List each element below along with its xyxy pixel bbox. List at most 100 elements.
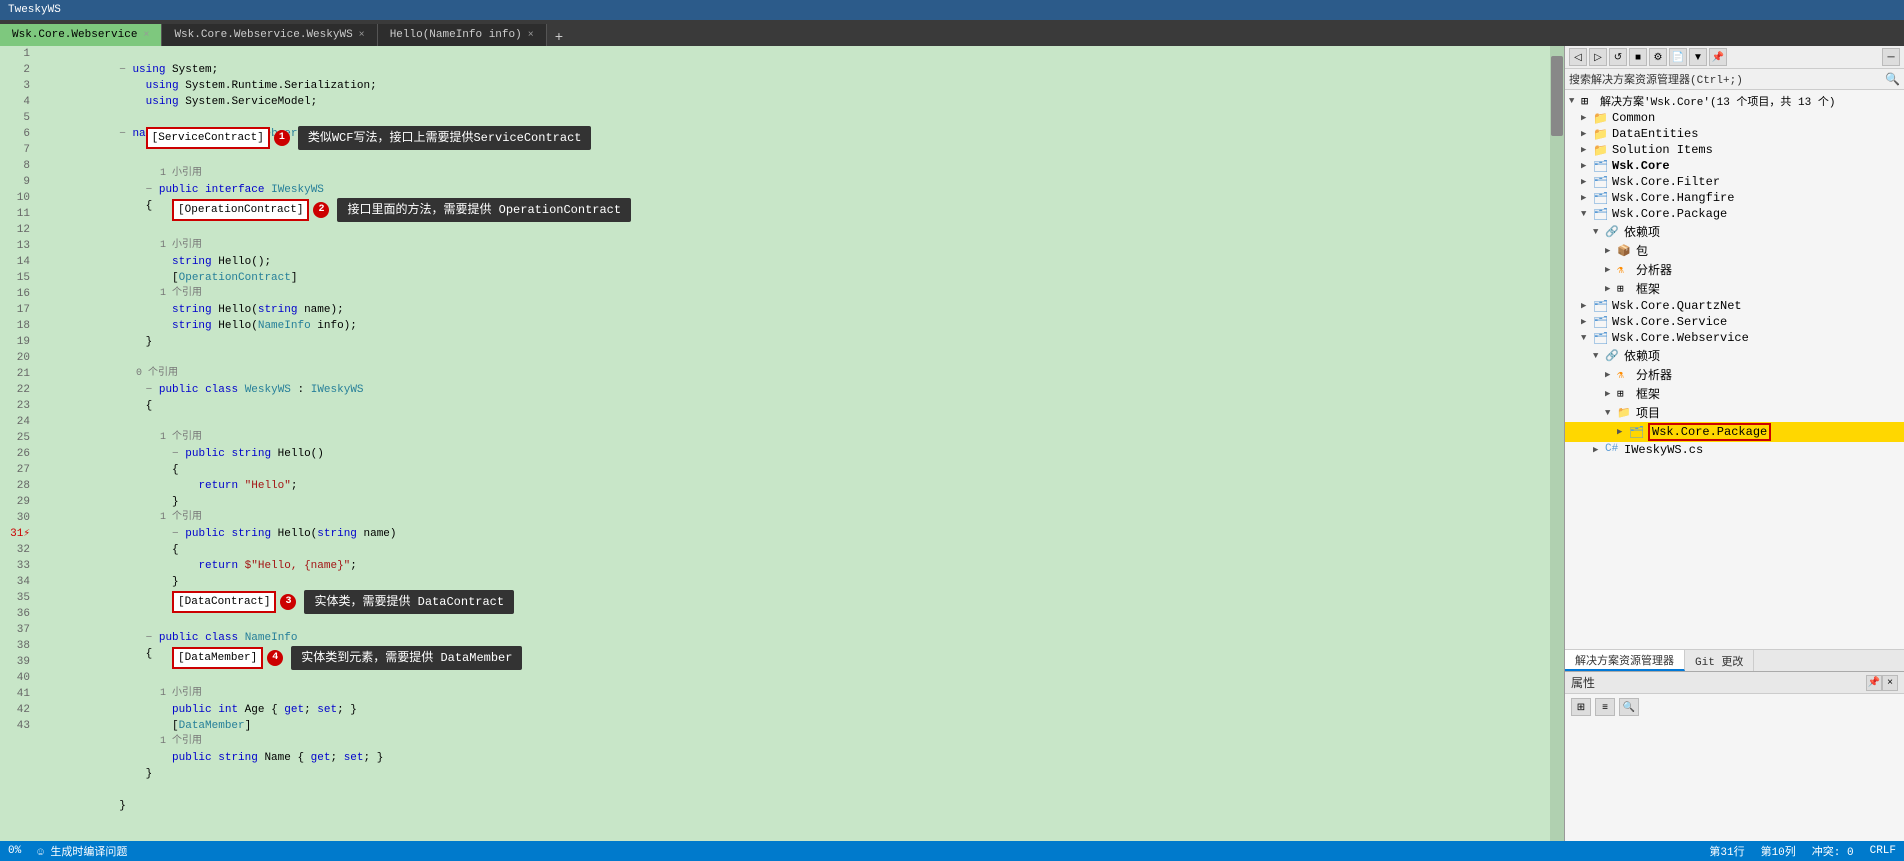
bottom-tab-git[interactable]: Git 更改 — [1685, 650, 1754, 671]
tree-item-package[interactable]: ▼ 🗂 Wsk.Core.Package — [1565, 206, 1904, 222]
code-line-26: return "Hello"; — [40, 462, 1546, 478]
tab-0-close[interactable]: × — [143, 30, 149, 41]
tree-item-dataentities[interactable]: ▶ 📁 DataEntities — [1565, 126, 1904, 142]
tree-item-solutionitems[interactable]: ▶ 📁 Solution Items — [1565, 142, 1904, 158]
filter-arrow[interactable]: ▶ — [1581, 177, 1593, 187]
right-panel: ◁ ▷ ↺ ■ ⚙ 📄 ▼ 📌 ─ 搜索解决方案资源管理器(Ctrl+;) 🔍 — [1564, 46, 1904, 841]
code-line-12: string Hello(); — [40, 238, 1546, 254]
badge-3: 3 — [280, 594, 296, 610]
ws-projects-arrow[interactable]: ▼ — [1605, 408, 1617, 418]
sol-properties-btn[interactable]: ⚙ — [1649, 48, 1667, 66]
bottom-tab-solution-label: 解决方案资源管理器 — [1575, 652, 1674, 668]
common-arrow[interactable]: ▶ — [1581, 113, 1593, 123]
pkg-bao-arrow[interactable]: ▶ — [1605, 246, 1617, 256]
code-vscroll[interactable] — [1550, 46, 1564, 841]
solution-tree: ▼ ⊞ 解决方案'Wsk.Core'(13 个项目，共 13 个) ▶ 📁 Co… — [1565, 90, 1904, 460]
solution-search-label: 搜索解决方案资源管理器(Ctrl+;) — [1569, 71, 1885, 87]
service-label: Wsk.Core.Service — [1612, 315, 1727, 329]
tree-item-ws-projects[interactable]: ▼ 📁 项目 — [1565, 403, 1904, 422]
sol-showfiles-btn[interactable]: 📄 — [1669, 48, 1687, 66]
tree-item-service[interactable]: ▶ 🗂 Wsk.Core.Service — [1565, 314, 1904, 330]
tree-item-pkg-bao[interactable]: ▶ 📦 包 — [1565, 241, 1904, 260]
tree-item-pkg-framework[interactable]: ▶ ⊞ 框架 — [1565, 279, 1904, 298]
tree-item-ws-deps[interactable]: ▼ 🔗 依赖项 — [1565, 346, 1904, 365]
code-line-35: − public class NameInfo — [40, 614, 1546, 630]
properties-close-btn[interactable]: × — [1882, 675, 1898, 691]
sol-back-btn[interactable]: ◁ — [1569, 48, 1587, 66]
tree-item-ws-pkg-ref[interactable]: ▶ 🗂 Wsk.Core.Package — [1565, 422, 1904, 442]
code-line-36: { — [40, 630, 1546, 646]
properties-title: 属性 — [1571, 674, 1595, 691]
code-content[interactable]: − using System; using System.Runtime.Ser… — [36, 46, 1550, 841]
line-numbers: 1 2 3 4 5 6 7 8 9 10 11 12 13 14 15 16 1 — [0, 46, 36, 841]
tab-1[interactable]: Wsk.Core.Webservice.WeskyWS × — [162, 24, 377, 46]
tab-0[interactable]: Wsk.Core.Webservice × — [0, 24, 162, 46]
tab-add-button[interactable]: + — [547, 30, 571, 46]
tree-item-wskcore[interactable]: ▶ 🗂 Wsk.Core — [1565, 158, 1904, 174]
solution-search-bar: 搜索解决方案资源管理器(Ctrl+;) 🔍 — [1565, 69, 1904, 90]
hangfire-arrow[interactable]: ▶ — [1581, 193, 1593, 203]
tab-2[interactable]: Hello(NameInfo info) × — [378, 24, 547, 46]
code-editor[interactable]: 1 2 3 4 5 6 7 8 9 10 11 12 13 14 15 16 1 — [0, 46, 1564, 841]
code-line-3: using System.ServiceModel; — [40, 78, 1546, 94]
prop-list-btn[interactable]: ≡ — [1595, 698, 1615, 716]
service-arrow[interactable]: ▶ — [1581, 317, 1593, 327]
sol-forward-btn[interactable]: ▷ — [1589, 48, 1607, 66]
tree-item-iweskyws[interactable]: ▶ C# IWeskyWS.cs — [1565, 442, 1904, 458]
webservice-arrow[interactable]: ▼ — [1581, 333, 1593, 343]
pkg-deps-arrow[interactable]: ▼ — [1593, 227, 1605, 237]
sol-minimize-btn[interactable]: ─ — [1882, 48, 1900, 66]
quartz-arrow[interactable]: ▶ — [1581, 301, 1593, 311]
tree-item-ws-analyzer[interactable]: ▶ ⚗ 分析器 — [1565, 365, 1904, 384]
properties-pin-btn[interactable]: 📌 — [1866, 675, 1882, 691]
prop-search-btn[interactable]: 🔍 — [1619, 698, 1639, 716]
tab-1-close[interactable]: × — [359, 30, 365, 41]
status-conflict: 冲突: 0 — [1812, 843, 1854, 859]
code-vscroll-thumb[interactable] — [1551, 56, 1563, 136]
wskcore-arrow[interactable]: ▶ — [1581, 161, 1593, 171]
solution-root-arrow[interactable]: ▼ — [1569, 96, 1581, 106]
properties-title-bar: 属性 📌 × — [1565, 672, 1904, 694]
pkg-framework-arrow[interactable]: ▶ — [1605, 284, 1617, 294]
status-build: ☺ 生成时编译问题 — [37, 843, 127, 859]
iweskyws-arrow[interactable]: ▶ — [1593, 445, 1605, 455]
sol-refresh-btn[interactable]: ↺ — [1609, 48, 1627, 66]
sol-filter-btn[interactable]: ▼ — [1689, 48, 1707, 66]
search-icon[interactable]: 🔍 — [1885, 72, 1900, 87]
bottom-panel-tabs: 解决方案资源管理器 Git 更改 — [1565, 649, 1904, 671]
ws-deps-arrow[interactable]: ▼ — [1593, 351, 1605, 361]
sol-stop-btn[interactable]: ■ — [1629, 48, 1647, 66]
common-label: Common — [1612, 111, 1655, 125]
quartz-label: Wsk.Core.QuartzNet — [1612, 299, 1742, 313]
package-arrow[interactable]: ▼ — [1581, 209, 1593, 219]
ws-analyzer-arrow[interactable]: ▶ — [1605, 370, 1617, 380]
ws-deps-label: 依赖项 — [1624, 347, 1660, 364]
tree-item-common[interactable]: ▶ 📁 Common — [1565, 110, 1904, 126]
tree-item-quartz[interactable]: ▶ 🗂 Wsk.Core.QuartzNet — [1565, 298, 1904, 314]
pkg-framework-icon: ⊞ — [1617, 282, 1633, 296]
sol-pin-btn[interactable]: 📌 — [1709, 48, 1727, 66]
tree-item-filter[interactable]: ▶ 🗂 Wsk.Core.Filter — [1565, 174, 1904, 190]
tab-2-close[interactable]: × — [528, 30, 534, 41]
solution-root-item[interactable]: ▼ ⊞ 解决方案'Wsk.Core'(13 个项目，共 13 个) — [1565, 92, 1904, 110]
tree-item-pkg-analyzer[interactable]: ▶ ⚗ 分析器 — [1565, 260, 1904, 279]
tree-item-hangfire[interactable]: ▶ 🗂 Wsk.Core.Hangfire — [1565, 190, 1904, 206]
dataentities-arrow[interactable]: ▶ — [1581, 129, 1593, 139]
pkg-analyzer-arrow[interactable]: ▶ — [1605, 265, 1617, 275]
tree-item-webservice[interactable]: ▼ 🗂 Wsk.Core.Webservice — [1565, 330, 1904, 346]
ws-deps-icon: 🔗 — [1605, 349, 1621, 363]
prop-grid-btn[interactable]: ⊞ — [1571, 698, 1591, 716]
common-folder-icon: 📁 — [1593, 111, 1609, 125]
pkg-deps-label: 依赖项 — [1624, 223, 1660, 240]
code-line-24: − public string Hello() — [40, 430, 1546, 446]
solutionitems-label: Solution Items — [1612, 143, 1713, 157]
tree-item-pkg-deps[interactable]: ▼ 🔗 依赖项 — [1565, 222, 1904, 241]
tree-item-ws-framework[interactable]: ▶ ⊞ 框架 — [1565, 384, 1904, 403]
ws-framework-arrow[interactable]: ▶ — [1605, 389, 1617, 399]
pkg-bao-icon: 📦 — [1617, 244, 1633, 258]
solutionitems-arrow[interactable]: ▶ — [1581, 145, 1593, 155]
tooltip-2: 接口里面的方法，需要提供 OperationContract — [337, 198, 631, 222]
properties-controls: ⊞ ≡ 🔍 — [1565, 698, 1904, 716]
bottom-tab-solution[interactable]: 解决方案资源管理器 — [1565, 650, 1685, 671]
ws-pkg-ref-arrow[interactable]: ▶ — [1617, 427, 1629, 437]
